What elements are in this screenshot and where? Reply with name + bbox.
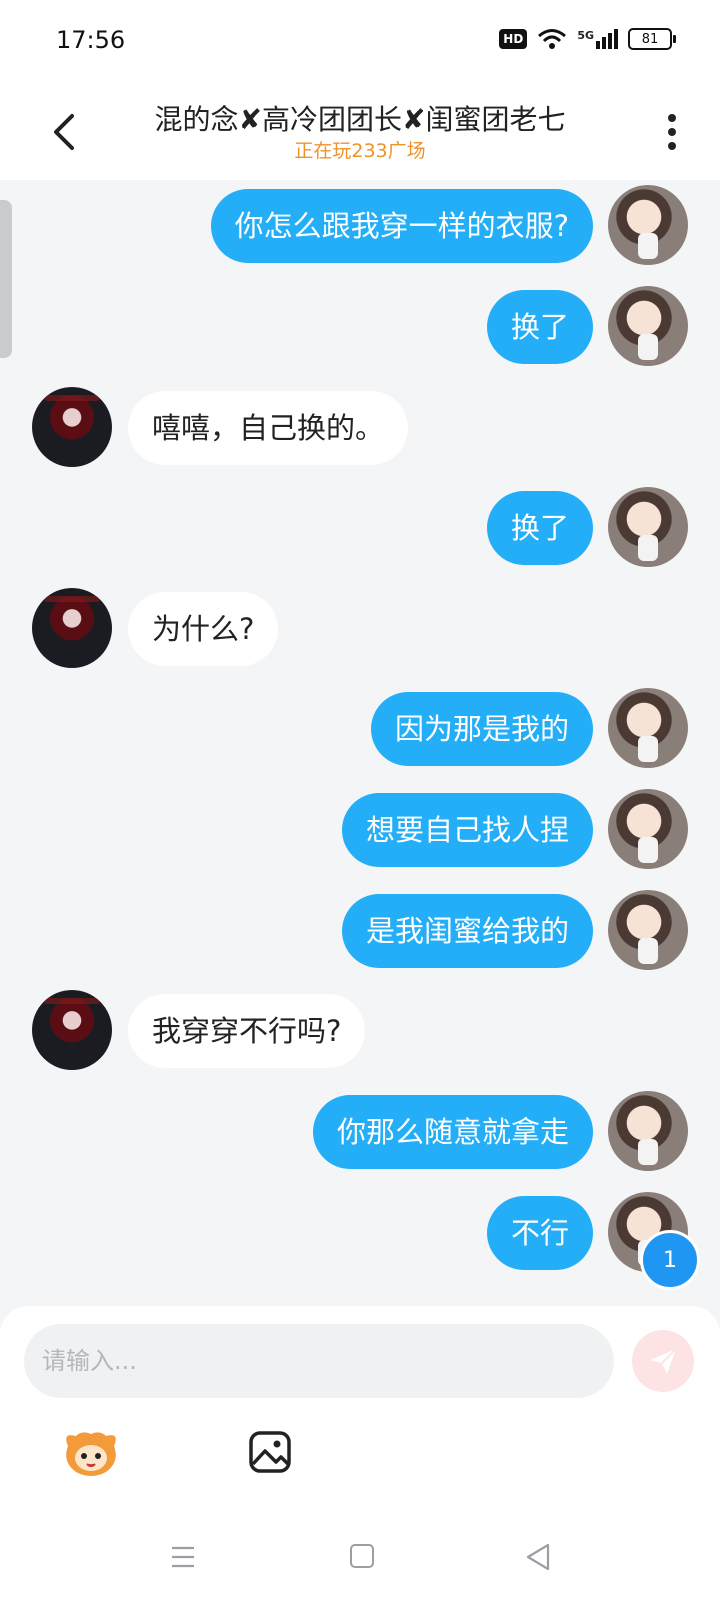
my-avatar[interactable] — [608, 487, 688, 567]
chat-header: 混的念✘高冷团团长✘闺蜜团老七 正在玩233广场 — [0, 84, 720, 180]
incoming-bubble[interactable]: 嘻嘻，自己换的。 — [128, 391, 409, 465]
battery-level: 81 — [641, 31, 659, 47]
outgoing-bubble[interactable]: 你那么随意就拿走 — [312, 1095, 593, 1169]
battery-icon: 81 — [628, 28, 676, 50]
friend-avatar[interactable] — [32, 990, 112, 1070]
home-icon[interactable] — [350, 1544, 374, 1568]
paper-plane-icon — [650, 1348, 677, 1374]
friend-avatar[interactable] — [32, 588, 112, 668]
message-row: 因为那是我的 — [0, 688, 720, 768]
wifi-icon — [538, 29, 567, 49]
new-message-badge[interactable]: 1 — [640, 1230, 700, 1290]
message-row: 换了 — [0, 286, 720, 366]
message-input[interactable] — [24, 1324, 614, 1398]
outgoing-bubble[interactable]: 换了 — [486, 491, 593, 565]
message-row: 你那么随意就拿走 — [0, 1091, 720, 1171]
system-nav-bar — [0, 1520, 720, 1604]
outgoing-bubble[interactable]: 是我闺蜜给我的 — [341, 894, 593, 968]
status-time: 17:56 — [56, 26, 126, 54]
message-row: 换了 — [0, 487, 720, 567]
friend-avatar[interactable] — [32, 387, 112, 467]
message-row: 我穿穿不行吗? — [0, 990, 720, 1070]
my-avatar[interactable] — [608, 1091, 688, 1171]
hd-icon: HD — [499, 29, 528, 49]
my-avatar[interactable] — [608, 185, 688, 265]
menu-icon[interactable] — [170, 1544, 196, 1570]
chat-title: 混的念✘高冷团团长✘闺蜜团老七 — [154, 103, 566, 136]
outgoing-bubble[interactable]: 不行 — [486, 1196, 593, 1270]
mascot-emoji-icon[interactable] — [62, 1428, 120, 1478]
message-row: 不行 — [0, 1192, 720, 1272]
my-avatar[interactable] — [608, 286, 688, 366]
my-avatar[interactable] — [608, 789, 688, 869]
outgoing-bubble[interactable]: 你怎么跟我穿一样的衣服? — [210, 189, 593, 263]
message-row: 为什么? — [0, 588, 720, 668]
my-avatar[interactable] — [608, 890, 688, 970]
message-row: 嘻嘻，自己换的。 — [0, 387, 720, 467]
chevron-left-icon[interactable] — [46, 110, 86, 154]
my-avatar[interactable] — [608, 688, 688, 768]
status-icons: HD 5G 81 — [499, 28, 676, 50]
outgoing-bubble[interactable]: 想要自己找人捏 — [341, 793, 593, 867]
more-vertical-icon[interactable] — [664, 112, 680, 152]
message-row: 想要自己找人捏 — [0, 789, 720, 869]
send-button[interactable] — [632, 1330, 694, 1392]
image-icon[interactable] — [248, 1430, 292, 1474]
message-row: 你怎么跟我穿一样的衣服? — [0, 185, 720, 265]
message-row: 是我闺蜜给我的 — [0, 890, 720, 970]
chat-subtitle: 正在玩233广场 — [294, 140, 426, 162]
outgoing-bubble[interactable]: 因为那是我的 — [370, 692, 593, 766]
status-bar: 17:56 HD 5G 81 — [0, 0, 720, 84]
outgoing-bubble[interactable]: 换了 — [486, 290, 593, 364]
signal-5g-icon: 5G — [577, 29, 618, 49]
back-triangle-icon[interactable] — [524, 1542, 552, 1572]
incoming-bubble[interactable]: 为什么? — [128, 592, 279, 666]
incoming-bubble[interactable]: 我穿穿不行吗? — [128, 994, 366, 1068]
